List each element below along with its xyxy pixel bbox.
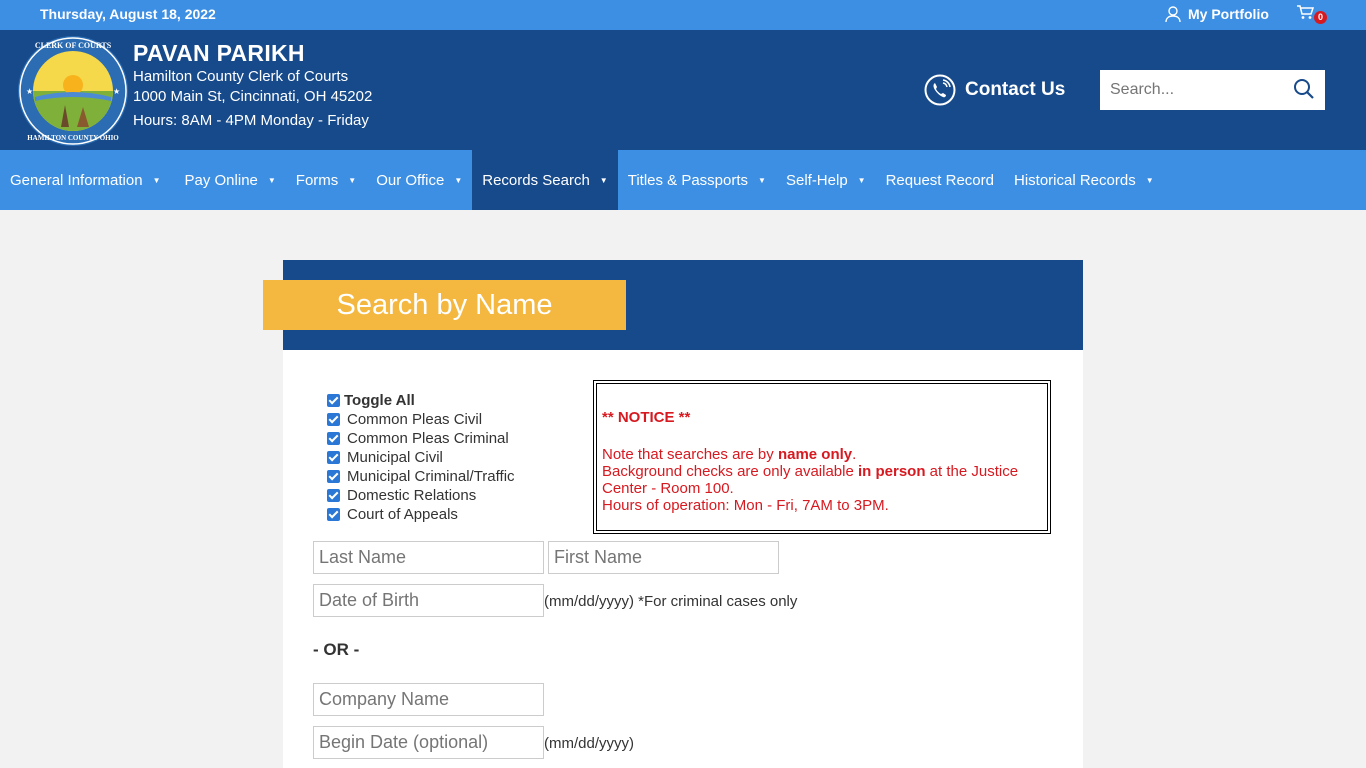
office-address: 1000 Main St, Cincinnati, OH 45202	[133, 88, 373, 105]
checkbox[interactable]	[327, 413, 340, 426]
notice-line-1: Note that searches are by name only.	[602, 446, 1042, 463]
checkbox[interactable]	[327, 470, 340, 483]
notice-emphasis: name only	[777, 446, 853, 463]
site-search	[1100, 70, 1325, 110]
cart-button[interactable]: 0	[1296, 4, 1327, 26]
checkbox-label: Common Pleas Criminal	[347, 430, 509, 447]
cart-count-badge: 0	[1314, 11, 1327, 24]
nav-request-record[interactable]: Request Record	[876, 150, 1004, 210]
checkbox[interactable]	[327, 489, 340, 502]
court-checkbox-group: Toggle All Common Pleas Civil Common Ple…	[327, 391, 515, 524]
nav-label: Forms	[295, 171, 339, 189]
notice-box: ** NOTICE ** Note that searches are by n…	[593, 380, 1051, 534]
search-icon	[1294, 79, 1314, 99]
court-checkbox-domestic-relations[interactable]: Domestic Relations	[327, 486, 515, 505]
contact-us-label: Contact Us	[965, 79, 1066, 100]
my-portfolio-link[interactable]: My Portfolio	[1164, 5, 1269, 23]
notice-line-2: Background checks are only available in …	[602, 463, 1042, 497]
nav-label: Records Search	[482, 171, 590, 189]
checkbox-label: Common Pleas Civil	[347, 411, 483, 428]
checkbox[interactable]	[327, 508, 340, 521]
nav-self-help[interactable]: Self-Help ▼	[776, 150, 876, 210]
checkbox-label: Court of Appeals	[347, 506, 458, 523]
first-name-input[interactable]	[548, 541, 779, 574]
svg-text:CLERK OF COURTS: CLERK OF COURTS	[35, 41, 112, 50]
phone-icon	[924, 74, 956, 106]
search-button[interactable]	[1293, 78, 1317, 102]
notice-line-3: Hours of operation: Mon - Fri, 7AM to 3P…	[602, 497, 889, 514]
notice-heading: ** NOTICE **	[602, 409, 1042, 426]
company-name-input[interactable]	[313, 683, 544, 716]
checkbox-label: Domestic Relations	[347, 487, 477, 504]
clerk-seal-logo[interactable]: CLERK OF COURTS HAMILTON COUNTY OHIO ★ ★	[17, 35, 129, 147]
nav-titles-passports[interactable]: Titles & Passports ▼	[618, 150, 776, 210]
caret-down-icon: ▼	[758, 175, 766, 185]
caret-down-icon: ▼	[599, 175, 608, 185]
nav-label: Titles & Passports	[627, 171, 749, 189]
notice-text: .	[852, 446, 857, 463]
caret-down-icon: ▼	[454, 175, 463, 185]
notice-text: Note that searches are by	[602, 446, 778, 463]
top-bar: Thursday, August 18, 2022 My Portfolio 0	[0, 0, 1366, 30]
checkbox[interactable]	[327, 451, 340, 464]
cart-icon	[1297, 5, 1315, 19]
begin-date-input[interactable]	[313, 726, 544, 759]
svg-text:★: ★	[26, 87, 33, 96]
nav-label: Historical Records	[1014, 171, 1136, 189]
checkbox[interactable]	[327, 432, 340, 445]
nav-historical-records[interactable]: Historical Records ▼	[1004, 150, 1164, 210]
caret-down-icon: ▼	[857, 175, 866, 185]
current-date: Thursday, August 18, 2022	[40, 6, 216, 22]
caret-down-icon: ▼	[152, 175, 161, 185]
checkbox-label: Municipal Civil	[347, 449, 443, 466]
nav-label: Our Office	[376, 171, 445, 189]
court-checkbox-municipal-criminal-traffic[interactable]: Municipal Criminal/Traffic	[327, 467, 515, 486]
office-hours: Hours: 8AM - 4PM Monday - Friday	[133, 112, 369, 129]
court-checkbox-common-pleas-civil[interactable]: Common Pleas Civil	[327, 410, 515, 429]
date-of-birth-input[interactable]	[313, 584, 544, 617]
notice-heading-text: ** NOTICE **	[602, 409, 691, 426]
nav-label: Request Record	[885, 171, 994, 189]
my-portfolio-label: My Portfolio	[1188, 6, 1269, 22]
nav-our-office[interactable]: Our Office ▼	[366, 150, 472, 210]
begin-date-hint: (mm/dd/yyyy)	[544, 735, 634, 752]
nav-pay-online[interactable]: Pay Online ▼	[171, 150, 286, 210]
nav-label: General Information	[10, 171, 143, 189]
caret-down-icon: ▼	[1145, 175, 1154, 185]
contact-us-link[interactable]: Contact Us	[924, 74, 1065, 106]
court-checkbox-court-of-appeals[interactable]: Court of Appeals	[327, 505, 515, 524]
court-checkbox-municipal-civil[interactable]: Municipal Civil	[327, 448, 515, 467]
notice-emphasis: in person	[857, 463, 926, 480]
main-nav: General Information ▼ Pay Online ▼ Forms ▼ …	[0, 150, 1366, 210]
checkbox[interactable]	[327, 394, 340, 407]
site-header: CLERK OF COURTS HAMILTON COUNTY OHIO ★ ★…	[0, 30, 1366, 150]
office-name: Hamilton County Clerk of Courts	[133, 68, 349, 85]
caret-down-icon: ▼	[267, 175, 276, 185]
notice-text: Background checks are only available	[602, 463, 858, 480]
checkbox-label: Toggle All	[344, 392, 415, 409]
search-by-name-title: Search by Name	[263, 280, 626, 330]
checkbox-label: Municipal Criminal/Traffic	[347, 468, 515, 485]
svg-text:HAMILTON COUNTY OHIO: HAMILTON COUNTY OHIO	[27, 134, 119, 142]
clerk-name: PAVAN PARIKH	[133, 40, 305, 66]
toggle-all-checkbox[interactable]: Toggle All	[327, 391, 515, 410]
svg-text:★: ★	[113, 87, 120, 96]
nav-label: Self-Help	[785, 171, 848, 189]
site-search-input[interactable]	[1100, 70, 1300, 110]
last-name-input[interactable]	[313, 541, 544, 574]
court-checkbox-common-pleas-criminal[interactable]: Common Pleas Criminal	[327, 429, 515, 448]
nav-forms[interactable]: Forms ▼	[286, 150, 366, 210]
nav-label: Pay Online	[184, 171, 258, 189]
nav-records-search[interactable]: Records Search ▼	[472, 150, 618, 210]
caret-down-icon: ▼	[348, 175, 357, 185]
user-icon	[1165, 6, 1181, 23]
or-divider: - OR -	[313, 640, 360, 659]
nav-general-information[interactable]: General Information ▼	[0, 150, 171, 210]
dob-hint: (mm/dd/yyyy) *For criminal cases only	[544, 593, 798, 610]
